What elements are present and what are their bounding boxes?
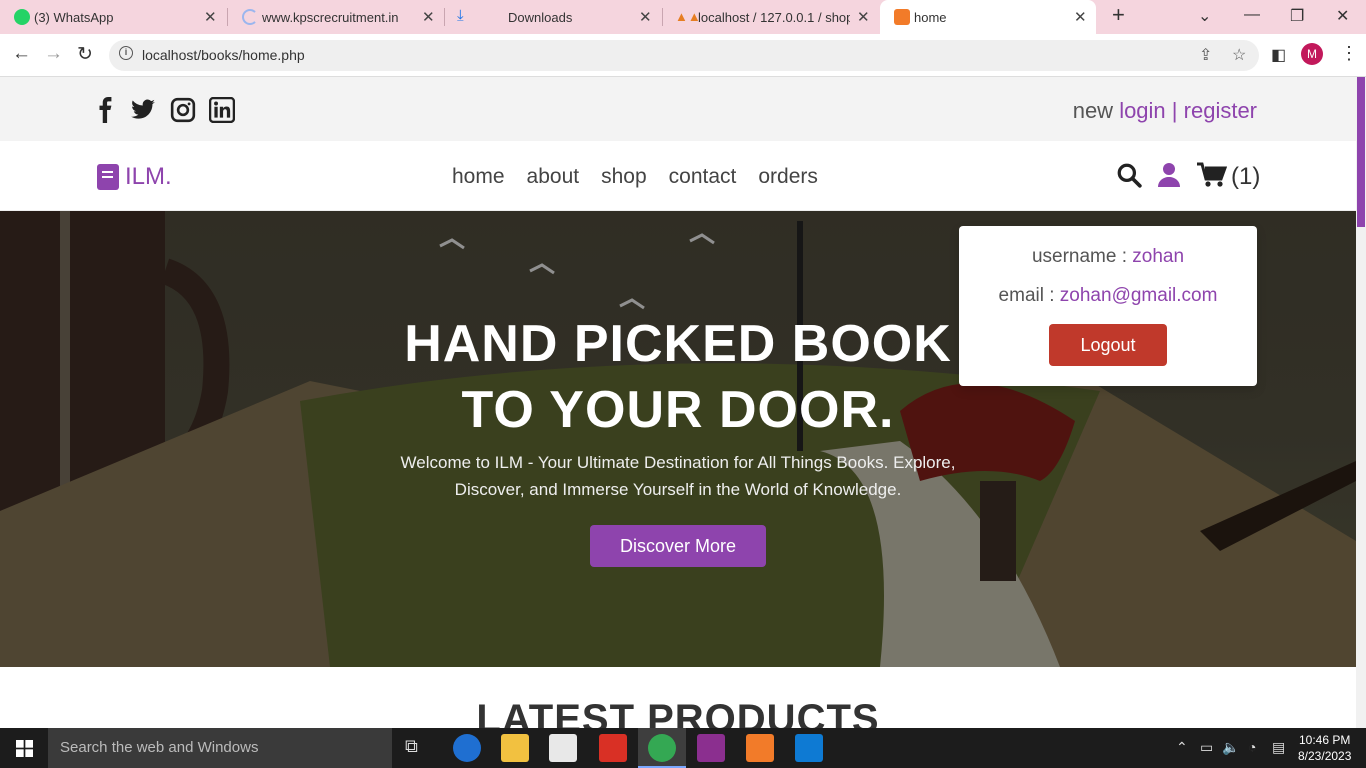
tab-search-icon[interactable]: ⌄ — [1198, 6, 1211, 26]
discover-more-button[interactable]: Discover More — [590, 525, 766, 567]
tab-title: www.kpscrecruitment.in — [262, 10, 399, 25]
user-dropdown: username : zohan email : zohan@gmail.com… — [959, 226, 1257, 386]
back-icon[interactable]: ← — [12, 43, 31, 65]
tab-home[interactable]: home ✕ — [880, 0, 1096, 34]
main-nav: home about shop contact orders — [452, 165, 818, 189]
close-icon[interactable]: ✕ — [422, 8, 435, 26]
taskbar-search-input[interactable]: Search the web and Windows — [48, 728, 392, 768]
site-header: ILM. home about shop contact orders (1) — [0, 141, 1356, 211]
username-row: username : zohan — [959, 246, 1257, 268]
search-icon[interactable] — [1116, 162, 1142, 188]
instagram-icon[interactable] — [170, 97, 196, 123]
email-label: email : — [998, 285, 1055, 306]
email-value: zohan@gmail.com — [1059, 285, 1218, 306]
tab-whatsapp[interactable]: (3) WhatsApp ✕ — [0, 0, 226, 34]
volume-icon[interactable]: 🔈 — [1222, 739, 1239, 756]
loading-icon — [242, 9, 258, 25]
username-value: zohan — [1132, 246, 1185, 267]
browser-toolbar: ← → ↻ i localhost/books/home.php ⇪ ☆ ◧ M… — [0, 34, 1366, 77]
close-icon[interactable]: ✕ — [204, 8, 217, 26]
edge-icon[interactable] — [453, 734, 481, 762]
linkedin-icon[interactable] — [209, 97, 235, 123]
register-link[interactable]: register — [1184, 98, 1257, 123]
whatsapp-icon — [14, 9, 30, 25]
close-icon[interactable]: ✕ — [1074, 8, 1087, 26]
tab-kpsc[interactable]: www.kpscrecruitment.in ✕ — [228, 0, 444, 34]
top-bar: new login | register — [0, 77, 1356, 141]
vscode-icon[interactable] — [795, 734, 823, 762]
close-icon[interactable]: ✕ — [639, 8, 652, 26]
windows-taskbar: Search the web and Windows ⧉ ⌃ ▭ 🔈 ◔ ▤ 1… — [0, 728, 1366, 768]
page-scrollbar[interactable] — [1356, 77, 1366, 728]
tab-title: (3) WhatsApp — [34, 10, 114, 25]
auth-separator: | — [1171, 98, 1178, 123]
forward-icon[interactable]: → — [44, 43, 63, 65]
url-text[interactable]: localhost/books/home.php — [142, 47, 305, 63]
tab-downloads[interactable]: ⤓ Downloads ✕ — [445, 0, 661, 34]
store-icon[interactable] — [549, 734, 577, 762]
download-icon: ⤓ — [457, 7, 464, 24]
reload-icon[interactable]: ↻ — [77, 43, 93, 66]
tray-chevron-icon[interactable]: ⌃ — [1176, 739, 1188, 756]
user-icon[interactable] — [1157, 162, 1181, 188]
network-icon[interactable]: ◔ — [1248, 739, 1256, 755]
nav-home[interactable]: home — [452, 165, 505, 189]
auth-new-text: new — [1072, 98, 1114, 123]
latest-products-heading: LATEST PRODUCTS — [476, 697, 880, 728]
hero-subtitle: Welcome to ILM - Your Ultimate Destinati… — [400, 453, 956, 499]
site-logo[interactable]: ILM. — [97, 163, 172, 191]
xampp-taskbar-icon[interactable] — [746, 734, 774, 762]
page-viewport: new login | register ILM. home about sho… — [0, 77, 1356, 728]
info-icon[interactable]: i — [119, 46, 133, 60]
tab-phpmyadmin[interactable]: ▲▲ localhost / 127.0.0.1 / shop_db ✕ — [663, 0, 879, 34]
tab-title: localhost / 127.0.0.1 / shop_db — [698, 10, 850, 25]
xampp-icon — [894, 9, 910, 25]
bookmark-star-icon[interactable]: ☆ — [1232, 45, 1246, 65]
book-icon — [97, 164, 119, 190]
tab-title: Downloads — [508, 10, 573, 25]
chrome-icon[interactable] — [648, 734, 676, 762]
tab-title: home — [914, 10, 947, 25]
windows-start-icon[interactable] — [16, 740, 33, 757]
login-link[interactable]: login — [1119, 98, 1165, 123]
twitter-icon[interactable] — [130, 97, 156, 123]
phpmyadmin-icon: ▲▲ — [675, 9, 701, 24]
side-panel-icon[interactable]: ◧ — [1271, 45, 1286, 65]
close-window-button[interactable]: ✕ — [1336, 6, 1349, 26]
logo-text: ILM. — [125, 163, 172, 190]
wps-office-icon[interactable] — [599, 734, 627, 762]
notification-icon[interactable]: ▤ — [1272, 739, 1285, 756]
tab-strip: (3) WhatsApp ✕ www.kpscrecruitment.in ✕ … — [0, 0, 1366, 34]
system-clock[interactable]: 10:46 PM 8/23/2023 — [1298, 732, 1351, 764]
profile-avatar[interactable]: M — [1301, 43, 1323, 65]
auth-links: new login | register — [1073, 98, 1257, 124]
new-tab-button[interactable]: + — [1112, 2, 1125, 28]
nav-contact[interactable]: contact — [669, 165, 737, 189]
share-icon[interactable]: ⇪ — [1199, 45, 1212, 65]
file-explorer-icon[interactable] — [501, 734, 529, 762]
address-bar[interactable]: i localhost/books/home.php ⇪ ☆ — [109, 40, 1259, 71]
clock-time: 10:46 PM — [1299, 733, 1351, 747]
cart-count[interactable]: (1) — [1231, 163, 1260, 191]
nav-orders[interactable]: orders — [758, 165, 818, 189]
menu-icon[interactable]: ⋮ — [1340, 43, 1358, 64]
username-label: username : — [1031, 246, 1127, 267]
nav-about[interactable]: about — [527, 165, 580, 189]
nav-shop[interactable]: shop — [601, 165, 647, 189]
logout-button[interactable]: Logout — [1049, 324, 1167, 366]
email-row: email : zohan@gmail.com — [959, 285, 1257, 307]
winrar-icon[interactable] — [697, 734, 725, 762]
scrollbar-thumb[interactable] — [1357, 77, 1365, 227]
hero-title-line2: TO YOUR DOOR. — [461, 381, 895, 439]
hero-title-line1: HAND PICKED BOOK — [404, 315, 952, 373]
minimize-button[interactable]: — — [1244, 6, 1260, 24]
clock-date: 8/23/2023 — [1298, 749, 1352, 763]
restore-button[interactable]: ❐ — [1290, 6, 1304, 26]
task-view-icon[interactable]: ⧉ — [405, 736, 418, 757]
battery-icon[interactable]: ▭ — [1200, 739, 1213, 756]
close-icon[interactable]: ✕ — [857, 8, 870, 26]
facebook-icon[interactable] — [93, 97, 119, 123]
cart-icon[interactable] — [1197, 162, 1227, 188]
